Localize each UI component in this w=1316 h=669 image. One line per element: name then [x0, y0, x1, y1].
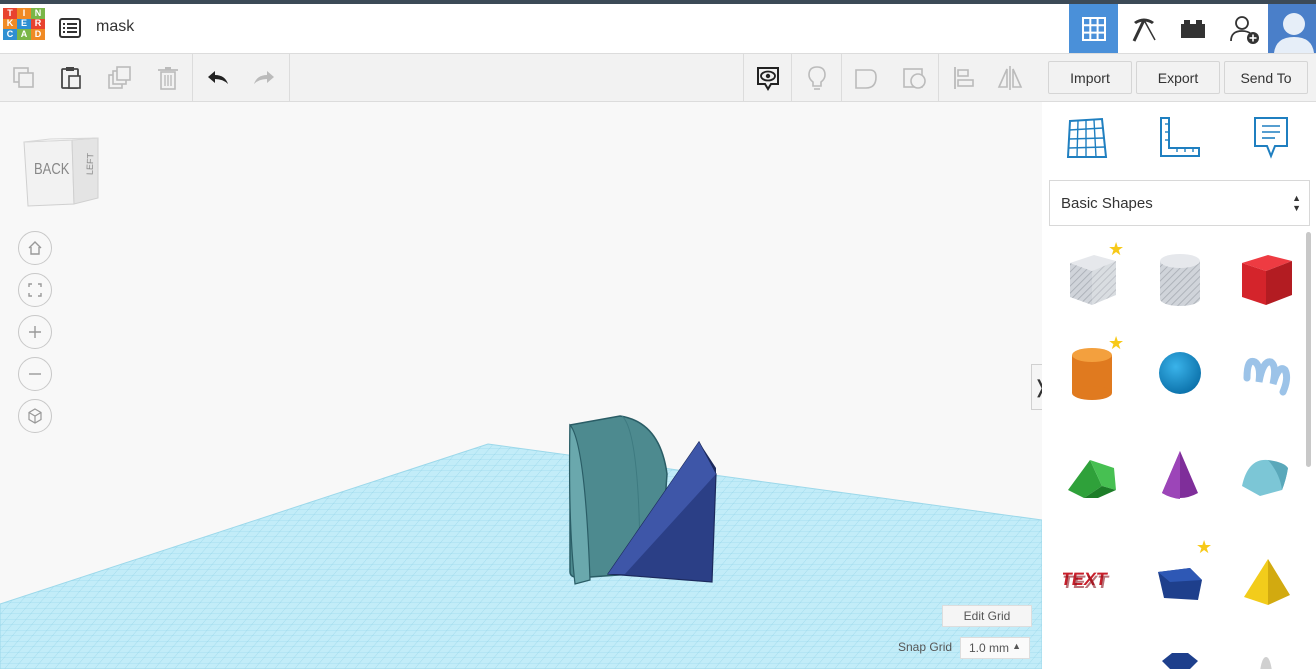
- notes-visibility-icon[interactable]: [752, 62, 784, 94]
- logo-letter: R: [31, 18, 45, 29]
- design-title[interactable]: mask: [96, 18, 134, 36]
- favorite-star-icon: ★: [1108, 239, 1125, 259]
- snap-grid-value: 1.0 mm: [969, 641, 1010, 655]
- logo-letter: N: [31, 8, 45, 19]
- bricks-icon[interactable]: [1168, 4, 1217, 53]
- paste-icon[interactable]: [55, 62, 87, 94]
- favorite-star-icon: ★: [1108, 333, 1125, 353]
- logo-letter: A: [17, 29, 31, 40]
- workplane-icon[interactable]: [1065, 116, 1109, 160]
- fit-all-icon[interactable]: [18, 273, 52, 307]
- home-view-icon[interactable]: [18, 231, 52, 265]
- group-icon[interactable]: [850, 62, 882, 94]
- workplane-viewport[interactable]: BACK LEFT Edit Grid Snap Grid 1.0 mm ▲: [0, 102, 1042, 669]
- toolbar-divider: [743, 54, 744, 101]
- logo-letter: I: [17, 8, 31, 19]
- user-avatar[interactable]: [1268, 4, 1316, 53]
- toolbar-divider: [289, 54, 290, 101]
- logo-letter: E: [17, 18, 31, 29]
- favorite-star-icon: ★: [1196, 537, 1213, 557]
- grid-view-icon[interactable]: [1069, 4, 1118, 53]
- tinkercad-logo[interactable]: T I N K E R C A D: [3, 8, 45, 50]
- shape-category-select[interactable]: Basic Shapes ▲ ▼: [1049, 180, 1310, 226]
- light-bulb-icon[interactable]: [801, 62, 833, 94]
- ruler-icon[interactable]: [1157, 116, 1201, 160]
- app-header: T I N K E R C A D mask: [0, 4, 1316, 54]
- view-cube[interactable]: BACK LEFT: [22, 136, 102, 208]
- shape-cone[interactable]: [1149, 444, 1211, 506]
- add-user-icon[interactable]: [1219, 4, 1268, 53]
- edit-toolbar: [0, 54, 1042, 102]
- edit-grid-button[interactable]: Edit Grid: [942, 605, 1032, 627]
- snap-grid-label: Snap Grid: [898, 640, 953, 654]
- align-icon[interactable]: [948, 62, 980, 94]
- view-cube-back-label: BACK: [34, 159, 70, 178]
- delete-icon[interactable]: [152, 62, 184, 94]
- sort-arrows-icon: ▲ ▼: [1292, 193, 1301, 213]
- export-button[interactable]: Export: [1136, 61, 1220, 94]
- shape-scribble[interactable]: [1235, 342, 1297, 404]
- zoom-in-icon[interactable]: [18, 315, 52, 349]
- shape-cylinder-hole[interactable]: [1149, 248, 1211, 310]
- shape-pyramid[interactable]: [1235, 552, 1297, 614]
- logo-letter: K: [3, 18, 17, 29]
- scene-objects: [568, 415, 717, 585]
- logo-letter: T: [3, 8, 17, 19]
- shape-sphere[interactable]: [1149, 342, 1211, 404]
- logo-letter: C: [3, 29, 17, 40]
- export-toolbar: Import Export Send To: [1042, 54, 1316, 102]
- shape-hexagonal-prism[interactable]: [1149, 642, 1211, 669]
- undo-icon[interactable]: [202, 62, 234, 94]
- toolbar-divider: [791, 54, 792, 101]
- toolbar-divider: [841, 54, 842, 101]
- redo-icon[interactable]: [248, 62, 280, 94]
- logo-letter: D: [31, 29, 45, 40]
- shape-roof[interactable]: [1061, 444, 1123, 506]
- snap-grid-select[interactable]: 1.0 mm ▲: [960, 637, 1030, 659]
- shape-round-roof[interactable]: [1235, 444, 1297, 506]
- duplicate-icon[interactable]: [104, 62, 136, 94]
- shape-paraboloid[interactable]: [1235, 642, 1297, 669]
- panel-scrollbar[interactable]: [1306, 232, 1311, 467]
- import-button[interactable]: Import: [1048, 61, 1132, 94]
- notes-icon[interactable]: [1249, 116, 1293, 160]
- svg-text:TEXT: TEXT: [1063, 572, 1110, 592]
- mirror-icon[interactable]: [994, 62, 1026, 94]
- zoom-out-icon[interactable]: [18, 357, 52, 391]
- shape-category-value: Basic Shapes: [1061, 194, 1153, 212]
- hole-icon[interactable]: [899, 62, 931, 94]
- toolbar-divider: [938, 54, 939, 101]
- shape-text[interactable]: TEXT TEXT: [1061, 546, 1123, 608]
- send-to-button[interactable]: Send To: [1224, 61, 1308, 94]
- shapes-panel: Basic Shapes ▲ ▼ ★ ★ TEXT TEXT ★: [1042, 102, 1316, 669]
- shape-generator[interactable]: [1149, 552, 1211, 614]
- caret-up-icon: ▲: [1012, 641, 1021, 651]
- design-list-icon[interactable]: [58, 17, 82, 39]
- perspective-icon[interactable]: [18, 399, 52, 433]
- view-cube-left-label: LEFT: [84, 152, 96, 176]
- pickaxe-icon[interactable]: [1119, 4, 1168, 53]
- copy-icon[interactable]: [8, 62, 40, 94]
- shape-box[interactable]: [1235, 248, 1297, 310]
- toolbar-divider: [192, 54, 193, 101]
